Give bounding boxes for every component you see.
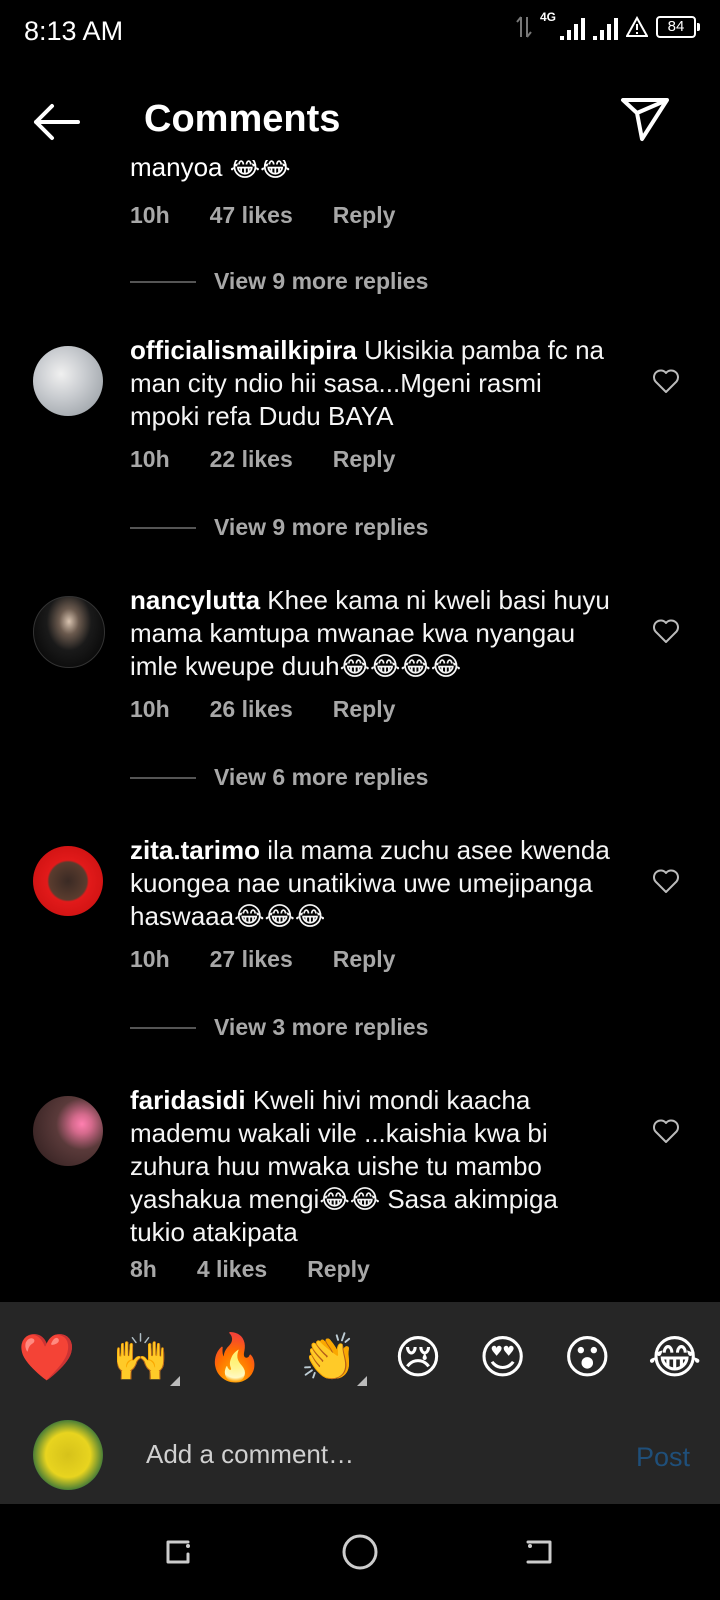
status-icons: 4G 84 xyxy=(516,10,700,40)
network-type-label: 4G xyxy=(539,10,556,24)
signal-icon-1 xyxy=(560,14,585,40)
battery-icon: 84 xyxy=(656,16,700,38)
reply-button[interactable]: Reply xyxy=(333,446,396,473)
emoji-raised-hands[interactable]: 🙌 xyxy=(112,1330,180,1386)
page-title: Comments xyxy=(144,98,341,140)
heart-icon[interactable] xyxy=(652,618,680,644)
emoji-crying[interactable]: 😢 xyxy=(394,1332,442,1382)
home-icon[interactable] xyxy=(340,1532,380,1572)
avatar[interactable] xyxy=(33,846,103,916)
status-time: 8:13 AM xyxy=(24,16,124,46)
comment-text: nancylutta Khee kama ni kweli basi huyu … xyxy=(130,584,610,683)
comment-meta: 10h 26 likes Reply xyxy=(130,696,395,723)
partial-comment-text: manyoa 😂😂 xyxy=(130,160,291,182)
view-more-replies[interactable]: View 6 more replies xyxy=(130,764,428,791)
comment-likes[interactable]: 26 likes xyxy=(210,696,293,723)
view-more-replies[interactable]: View 3 more replies xyxy=(130,1014,428,1041)
back-nav-icon[interactable] xyxy=(522,1534,558,1570)
avatar[interactable] xyxy=(33,1096,103,1166)
reply-button[interactable]: Reply xyxy=(307,1256,370,1283)
comment-likes[interactable]: 4 likes xyxy=(197,1256,267,1283)
comment-likes[interactable]: 47 likes xyxy=(210,202,293,229)
reply-button[interactable]: Reply xyxy=(333,946,396,973)
comment-likes[interactable]: 27 likes xyxy=(210,946,293,973)
divider xyxy=(130,776,196,779)
emoji-laughing[interactable]: 😂 xyxy=(648,1332,702,1382)
view-more-label: View 3 more replies xyxy=(214,1014,429,1040)
quick-emoji-bar: ❤️ 🙌 🔥 👏 😢 😍 😮 😂 xyxy=(0,1302,720,1408)
comment-time: 10h xyxy=(130,696,170,722)
divider xyxy=(130,526,196,529)
comment-text: officialismailkipira Ukisikia pamba fc n… xyxy=(130,334,610,433)
heart-icon[interactable] xyxy=(652,368,680,394)
send-icon[interactable] xyxy=(620,96,670,142)
emoji-clapping[interactable]: 👏 xyxy=(300,1330,368,1386)
avatar[interactable] xyxy=(33,596,105,668)
comment-time: 8h xyxy=(130,1256,157,1282)
emoji-fire[interactable]: 🔥 xyxy=(206,1332,263,1382)
post-button[interactable]: Post xyxy=(636,1442,690,1473)
view-more-label: View 6 more replies xyxy=(214,764,429,790)
view-more-replies[interactable]: View 9 more replies xyxy=(130,514,428,541)
comment-username[interactable]: officialismailkipira xyxy=(130,335,357,365)
reply-button[interactable]: Reply xyxy=(333,202,396,229)
comment-text: zita.tarimo ila mama zuchu asee kwenda k… xyxy=(130,834,610,933)
emoji-glyph: 🙌 xyxy=(112,1330,170,1384)
my-avatar[interactable] xyxy=(33,1420,103,1490)
comment-meta: 10h 22 likes Reply xyxy=(130,446,395,473)
comment-meta: 10h 27 likes Reply xyxy=(130,946,395,973)
skin-tone-indicator xyxy=(169,1376,180,1386)
comment-composer: Post xyxy=(0,1408,720,1504)
signal-icon-2 xyxy=(593,14,618,40)
view-more-label: View 9 more replies xyxy=(214,514,429,540)
heart-icon[interactable] xyxy=(652,868,680,894)
comment-time: 10h xyxy=(130,446,170,472)
skin-tone-indicator xyxy=(357,1376,368,1386)
comment-username[interactable]: faridasidi xyxy=(130,1085,246,1115)
emoji-surprised[interactable]: 😮 xyxy=(563,1332,611,1382)
comment-input[interactable] xyxy=(144,1438,588,1471)
comment-list[interactable]: manyoa 😂😂 10h 47 likes Reply View 9 more… xyxy=(0,160,720,1302)
emoji-glyph: 👏 xyxy=(300,1330,358,1384)
emoji-heart-eyes[interactable]: 😍 xyxy=(479,1332,527,1382)
back-arrow-icon[interactable] xyxy=(30,102,82,142)
comment-time: 10h xyxy=(130,946,170,972)
partial-comment-meta: 10h 47 likes Reply xyxy=(130,202,395,229)
view-more-label: View 9 more replies xyxy=(214,268,429,294)
recents-icon[interactable] xyxy=(160,1534,196,1570)
divider xyxy=(130,1026,196,1029)
comment-username[interactable]: nancylutta xyxy=(130,585,260,615)
comment-username[interactable]: zita.tarimo xyxy=(130,835,260,865)
comment-text: faridasidi Kweli hivi mondi kaacha madem… xyxy=(130,1084,610,1249)
avatar[interactable] xyxy=(33,346,103,416)
view-more-replies[interactable]: View 9 more replies xyxy=(130,268,428,295)
divider xyxy=(130,280,196,283)
data-transfer-icon xyxy=(516,16,532,38)
warning-icon xyxy=(626,16,648,37)
comment-time: 10h xyxy=(130,202,170,228)
heart-icon[interactable] xyxy=(652,1118,680,1144)
emoji-heart[interactable]: ❤️ xyxy=(18,1332,75,1382)
system-nav-bar xyxy=(0,1504,720,1600)
comment-likes[interactable]: 22 likes xyxy=(210,446,293,473)
comment-meta: 8h 4 likes Reply xyxy=(130,1256,370,1283)
reply-button[interactable]: Reply xyxy=(333,696,396,723)
